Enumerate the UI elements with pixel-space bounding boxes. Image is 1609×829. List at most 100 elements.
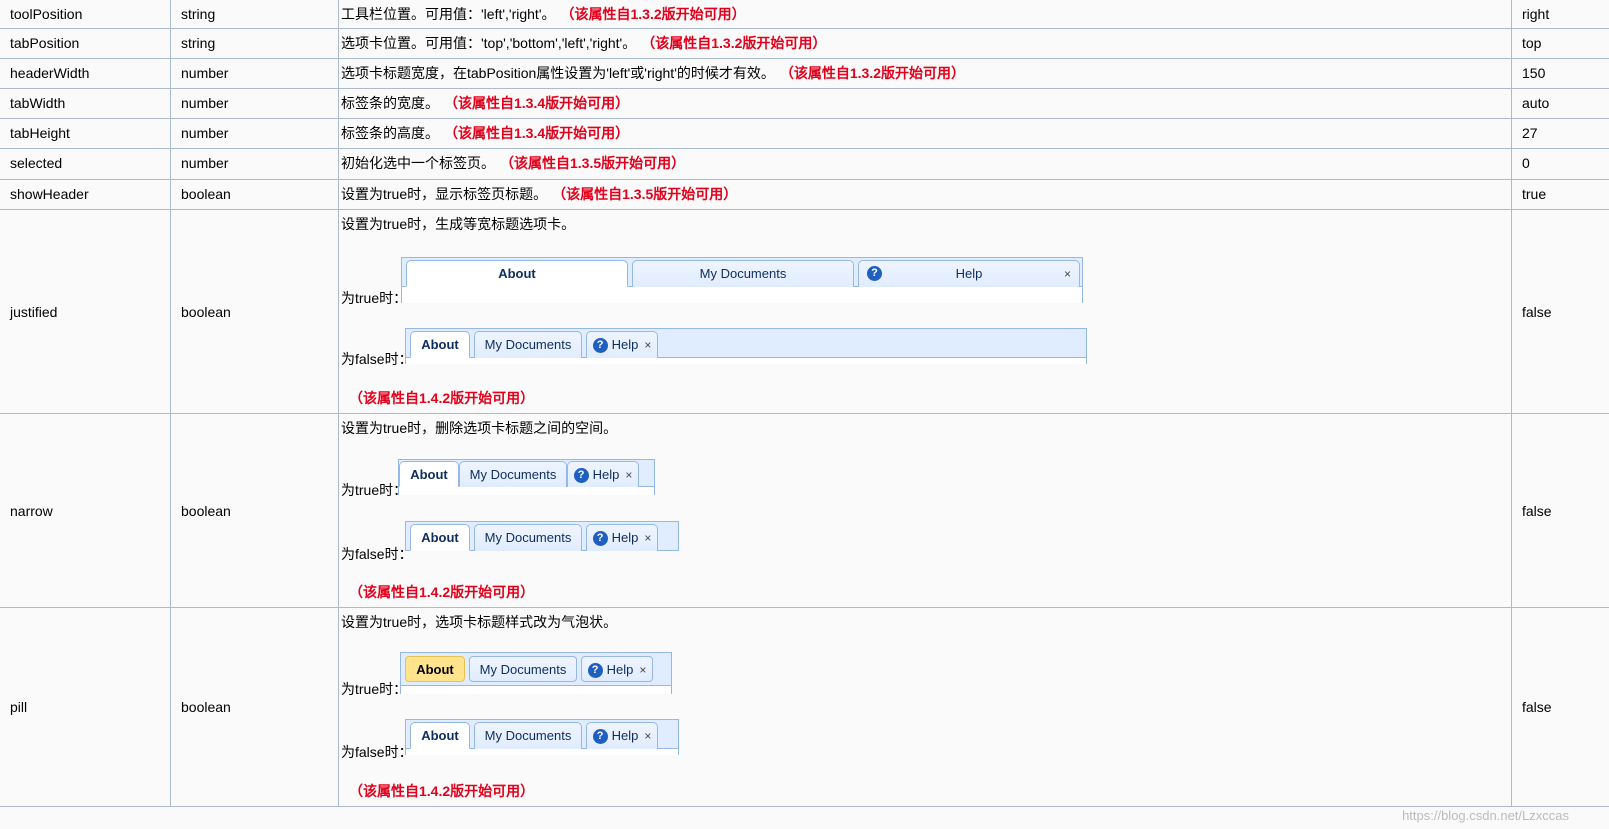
property-description: 设置为true时，删除选项卡标题之间的空间。 bbox=[341, 420, 618, 436]
tab-help[interactable]: ? Help × bbox=[586, 722, 658, 749]
tabs-example-pill-true: About My Documents ? Help × bbox=[400, 652, 672, 694]
property-type: string bbox=[181, 35, 216, 51]
property-description: 工具栏位置。可用值：'left','right'。 bbox=[341, 6, 556, 22]
tabs-example-narrow-false: About My Documents ? Help × bbox=[405, 521, 679, 551]
example-false-label: 为false时： bbox=[341, 744, 413, 760]
property-name: toolPosition bbox=[10, 6, 83, 22]
help-icon: ? bbox=[867, 266, 882, 281]
tab-my-documents[interactable]: My Documents bbox=[632, 260, 854, 287]
property-description: 初始化选中一个标签页。 bbox=[341, 155, 495, 171]
version-note: （该属性自1.4.2版开始可用） bbox=[349, 584, 535, 600]
example-false-label: 为false时： bbox=[341, 351, 413, 367]
tab-about[interactable]: About bbox=[410, 722, 470, 749]
tab-help[interactable]: ? Help × bbox=[858, 260, 1080, 287]
table-row: selected number 初始化选中一个标签页。 （该属性自1.3.5版开始… bbox=[0, 149, 1609, 180]
version-note: （该属性自1.4.2版开始可用） bbox=[349, 390, 535, 406]
example-false-label: 为false时： bbox=[341, 546, 413, 562]
version-note: （该属性自1.3.2版开始可用） bbox=[648, 35, 827, 51]
properties-table: toolPosition string 工具栏位置。可用值：'left','ri… bbox=[0, 0, 1609, 829]
tab-about[interactable]: About bbox=[399, 461, 459, 487]
tab-about[interactable]: About bbox=[405, 656, 465, 682]
tab-about[interactable]: About bbox=[406, 260, 628, 287]
property-name: tabPosition bbox=[10, 35, 80, 51]
close-icon[interactable]: × bbox=[639, 658, 646, 683]
table-row: tabHeight number 标签条的高度。 （该属性自1.3.4版开始可用）… bbox=[0, 119, 1609, 149]
property-name: pill bbox=[10, 699, 28, 715]
tab-my-documents[interactable]: My Documents bbox=[474, 331, 582, 358]
property-default: false bbox=[1522, 303, 1552, 320]
property-default: false bbox=[1522, 502, 1552, 519]
table-row: headerWidth number 选项卡标题宽度，在tabPosition属… bbox=[0, 59, 1609, 89]
help-icon: ? bbox=[592, 531, 608, 547]
tabs-example-pill-false: About My Documents ? Help × bbox=[405, 719, 679, 755]
version-note: （该属性自1.3.5版开始可用） bbox=[559, 186, 738, 202]
property-description: 设置为true时，显示标签页标题。 bbox=[341, 186, 548, 202]
version-note: （该属性自1.3.2版开始可用） bbox=[786, 65, 966, 81]
tab-my-documents[interactable]: My Documents bbox=[469, 656, 577, 682]
property-name: tabHeight bbox=[10, 125, 70, 141]
version-note: （该属性自1.3.5版开始可用） bbox=[507, 155, 686, 171]
table-row-justified: justified boolean 设置为true时，生成等宽标题选项卡。 为t… bbox=[0, 210, 1609, 414]
property-type: number bbox=[181, 155, 229, 171]
property-description: 设置为true时，选项卡标题样式改为气泡状。 bbox=[341, 614, 618, 630]
property-default: 150 bbox=[1522, 65, 1546, 81]
property-description: 选项卡位置。可用值：'top','bottom','left','right'。 bbox=[341, 35, 637, 51]
close-icon[interactable]: × bbox=[644, 525, 651, 551]
property-description: 选项卡标题宽度，在tabPosition属性设置为'left'或'right'的… bbox=[341, 65, 775, 81]
table-row-narrow: narrow boolean 设置为true时，删除选项卡标题之间的空间。 为t… bbox=[0, 414, 1609, 608]
property-default: right bbox=[1522, 6, 1550, 22]
property-name: narrow bbox=[10, 502, 53, 519]
tab-about[interactable]: About bbox=[410, 524, 470, 551]
property-default: auto bbox=[1522, 95, 1550, 111]
table-row: toolPosition string 工具栏位置。可用值：'left','ri… bbox=[0, 0, 1609, 29]
tab-about[interactable]: About bbox=[410, 331, 470, 358]
tab-help[interactable]: ? Help × bbox=[567, 461, 639, 487]
close-icon[interactable]: × bbox=[625, 463, 632, 488]
tab-help[interactable]: ? Help × bbox=[586, 524, 658, 551]
property-name: showHeader bbox=[10, 186, 89, 202]
property-type: number bbox=[181, 65, 229, 81]
example-true-label: 为true时： bbox=[341, 681, 408, 697]
property-name: justified bbox=[10, 303, 58, 320]
table-row-pill: pill boolean 设置为true时，选项卡标题样式改为气泡状。 为tru… bbox=[0, 608, 1609, 807]
version-note: （该属性自1.3.4版开始可用） bbox=[451, 95, 630, 111]
property-default: 0 bbox=[1522, 155, 1530, 171]
property-name: tabWidth bbox=[10, 95, 66, 111]
property-type: boolean bbox=[181, 699, 231, 715]
property-description: 标签条的宽度。 bbox=[341, 95, 439, 111]
tab-help[interactable]: ? Help × bbox=[586, 331, 658, 358]
version-note: （该属性自1.3.4版开始可用） bbox=[451, 125, 630, 141]
property-default: top bbox=[1522, 35, 1542, 51]
tabs-example-justified-true: About My Documents ? Help × bbox=[401, 257, 1083, 303]
property-type: boolean bbox=[181, 303, 231, 320]
property-name: headerWidth bbox=[10, 65, 90, 81]
tabs-example-narrow-true: About My Documents ? Help × bbox=[398, 459, 655, 495]
tabs-example-justified-false: About My Documents ? Help × bbox=[405, 328, 1087, 364]
tab-my-documents[interactable]: My Documents bbox=[474, 524, 582, 551]
property-type: number bbox=[181, 95, 229, 111]
help-icon: ? bbox=[592, 729, 608, 745]
watermark: https://blog.csdn.net/Lzxccas bbox=[1402, 808, 1569, 823]
tab-help[interactable]: ? Help × bbox=[581, 656, 653, 682]
version-note: （该属性自1.4.2版开始可用） bbox=[349, 783, 535, 799]
table-row: tabPosition string 选项卡位置。可用值：'top','bott… bbox=[0, 29, 1609, 59]
help-icon: ? bbox=[587, 663, 603, 679]
property-description: 设置为true时，生成等宽标题选项卡。 bbox=[341, 216, 576, 232]
help-icon: ? bbox=[573, 468, 589, 484]
property-description: 标签条的高度。 bbox=[341, 125, 439, 141]
tab-my-documents[interactable]: My Documents bbox=[474, 722, 582, 749]
close-icon[interactable]: × bbox=[1064, 261, 1071, 287]
property-type: boolean bbox=[181, 502, 231, 519]
close-icon[interactable]: × bbox=[644, 332, 651, 358]
close-icon[interactable]: × bbox=[644, 723, 651, 749]
example-true-label: 为true时： bbox=[341, 290, 408, 306]
help-icon: ? bbox=[592, 338, 608, 354]
table-row: tabWidth number 标签条的宽度。 （该属性自1.3.4版开始可用） … bbox=[0, 89, 1609, 119]
version-note: （该属性自1.3.2版开始可用） bbox=[567, 6, 746, 22]
property-default: true bbox=[1522, 186, 1547, 202]
property-type: number bbox=[181, 125, 229, 141]
property-name: selected bbox=[10, 155, 63, 171]
tab-my-documents[interactable]: My Documents bbox=[459, 461, 567, 487]
table-row: showHeader boolean 设置为true时，显示标签页标题。 （该属性… bbox=[0, 180, 1609, 210]
property-default: false bbox=[1522, 699, 1552, 715]
